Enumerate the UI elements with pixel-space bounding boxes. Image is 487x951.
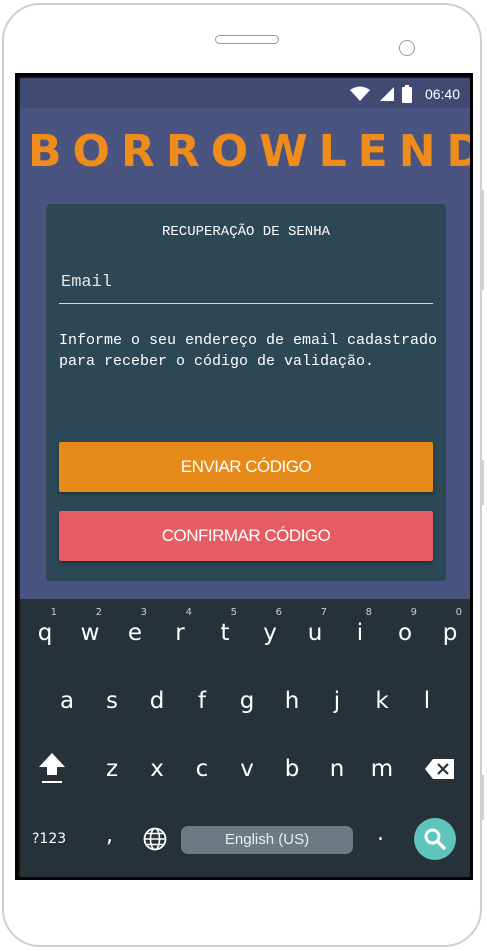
key-label: b bbox=[284, 756, 300, 782]
status-icons bbox=[350, 84, 412, 104]
key-a[interactable]: a bbox=[47, 673, 87, 729]
key-r[interactable]: r4 bbox=[160, 605, 200, 661]
globe-icon[interactable] bbox=[142, 826, 168, 852]
shift-icon bbox=[39, 753, 65, 783]
key-p[interactable]: p0 bbox=[430, 605, 470, 661]
key-label: n bbox=[329, 756, 345, 782]
side-button bbox=[480, 775, 484, 820]
key-label: a bbox=[59, 688, 75, 714]
backspace-icon bbox=[425, 759, 454, 779]
key-z[interactable]: z bbox=[92, 741, 132, 797]
key-x[interactable]: x bbox=[137, 741, 177, 797]
key-label: d bbox=[149, 688, 165, 714]
email-field[interactable] bbox=[59, 262, 433, 304]
key-hint: 3 bbox=[140, 607, 147, 618]
keyboard-row-3: z x c v b nm bbox=[20, 741, 470, 801]
key-b[interactable]: b bbox=[272, 741, 312, 797]
send-code-button[interactable]: ENVIAR CÓDIGO bbox=[59, 442, 433, 492]
key-label: t bbox=[220, 620, 230, 646]
key-label: i bbox=[356, 620, 364, 646]
backspace-key[interactable] bbox=[420, 741, 460, 797]
key-hint: 0 bbox=[455, 607, 462, 618]
search-key[interactable] bbox=[414, 818, 456, 860]
earpiece-speaker bbox=[215, 35, 279, 44]
keyboard-row-2: asdfghjkl bbox=[20, 673, 470, 733]
wifi-icon bbox=[350, 86, 370, 101]
key-t[interactable]: t5 bbox=[205, 605, 245, 661]
key-f[interactable]: f bbox=[182, 673, 222, 729]
key-j[interactable]: j bbox=[317, 673, 357, 729]
key-l[interactable]: l bbox=[407, 673, 447, 729]
battery-icon bbox=[402, 85, 412, 103]
phone-screen: 06:40 BORROWLEND RECUPERAÇÃO DE SENHA In… bbox=[15, 73, 473, 880]
card-title: RECUPERAÇÃO DE SENHA bbox=[161, 224, 331, 240]
key-label: l bbox=[423, 688, 431, 714]
key-label: s bbox=[106, 688, 118, 714]
status-bar: 06:40 bbox=[20, 78, 470, 108]
key-label: w bbox=[80, 620, 100, 646]
symbols-key[interactable]: ?123 bbox=[32, 831, 66, 847]
key-h[interactable]: h bbox=[272, 673, 312, 729]
key-label: p bbox=[442, 620, 458, 646]
soft-keyboard: q1w2e3r4t5y6u7i8o9p0 asdfghjkl zxcvbnm ?… bbox=[20, 599, 470, 877]
key-w[interactable]: w2 bbox=[70, 605, 110, 661]
key-hint: 6 bbox=[275, 607, 282, 618]
key-g[interactable]: g bbox=[227, 673, 267, 729]
signal-icon bbox=[380, 87, 394, 101]
key-u[interactable]: u7 bbox=[295, 605, 335, 661]
app-screen: 06:40 BORROWLEND RECUPERAÇÃO DE SENHA In… bbox=[20, 78, 470, 877]
key-label: x bbox=[150, 756, 164, 782]
keyboard-row-1: q1w2e3r4t5y6u7i8o9p0 bbox=[20, 605, 470, 665]
front-camera bbox=[399, 40, 415, 56]
key-label: k bbox=[375, 688, 389, 714]
key-label: f bbox=[197, 688, 207, 714]
key-q[interactable]: q1 bbox=[25, 605, 65, 661]
password-recovery-card: RECUPERAÇÃO DE SENHA Informe o seu ender… bbox=[46, 204, 446, 581]
volume-button bbox=[480, 190, 484, 290]
app-logo: BORROWLEND bbox=[28, 126, 470, 177]
key-s[interactable]: s bbox=[92, 673, 132, 729]
status-time: 06:40 bbox=[424, 86, 460, 102]
key-label: v bbox=[240, 756, 254, 782]
shift-key[interactable] bbox=[32, 741, 72, 797]
key-o[interactable]: o9 bbox=[385, 605, 425, 661]
key-hint: 7 bbox=[320, 607, 327, 618]
period-key[interactable]: . bbox=[377, 821, 384, 846]
key-label: r bbox=[175, 620, 185, 646]
keyboard-bottom-row: ?123 , English (US) . bbox=[20, 809, 470, 871]
key-label: c bbox=[195, 756, 209, 782]
key-n[interactable]: n bbox=[317, 741, 357, 797]
key-k[interactable]: k bbox=[362, 673, 402, 729]
key-hint: 4 bbox=[185, 607, 192, 618]
key-label: u bbox=[307, 620, 323, 646]
key-c[interactable]: c bbox=[182, 741, 222, 797]
key-hint: 1 bbox=[50, 607, 57, 618]
info-text: Informe o seu endereço de email cadastra… bbox=[59, 332, 438, 370]
key-hint: 9 bbox=[410, 607, 417, 618]
key-i[interactable]: i8 bbox=[340, 605, 380, 661]
key-v[interactable]: v bbox=[227, 741, 267, 797]
key-label: e bbox=[127, 620, 143, 646]
key-label: q bbox=[37, 620, 53, 646]
space-key[interactable]: English (US) bbox=[181, 826, 353, 854]
key-hint: 8 bbox=[365, 607, 372, 618]
power-button bbox=[480, 460, 484, 505]
key-label: y bbox=[263, 620, 277, 646]
key-label: g bbox=[239, 688, 255, 714]
key-label: j bbox=[333, 688, 341, 714]
key-hint: 5 bbox=[230, 607, 237, 618]
key-d[interactable]: d bbox=[137, 673, 177, 729]
key-label: o bbox=[397, 620, 413, 646]
comma-key[interactable]: , bbox=[106, 823, 113, 848]
key-label: m bbox=[370, 756, 394, 782]
confirm-code-button[interactable]: CONFIRMAR CÓDIGO bbox=[59, 511, 433, 561]
search-icon bbox=[424, 828, 446, 850]
key-e[interactable]: e3 bbox=[115, 605, 155, 661]
key-label: h bbox=[284, 688, 300, 714]
key-label: z bbox=[105, 756, 119, 782]
key-hint: 2 bbox=[95, 607, 102, 618]
key-y[interactable]: y6 bbox=[250, 605, 290, 661]
key-m[interactable]: m bbox=[362, 741, 402, 797]
